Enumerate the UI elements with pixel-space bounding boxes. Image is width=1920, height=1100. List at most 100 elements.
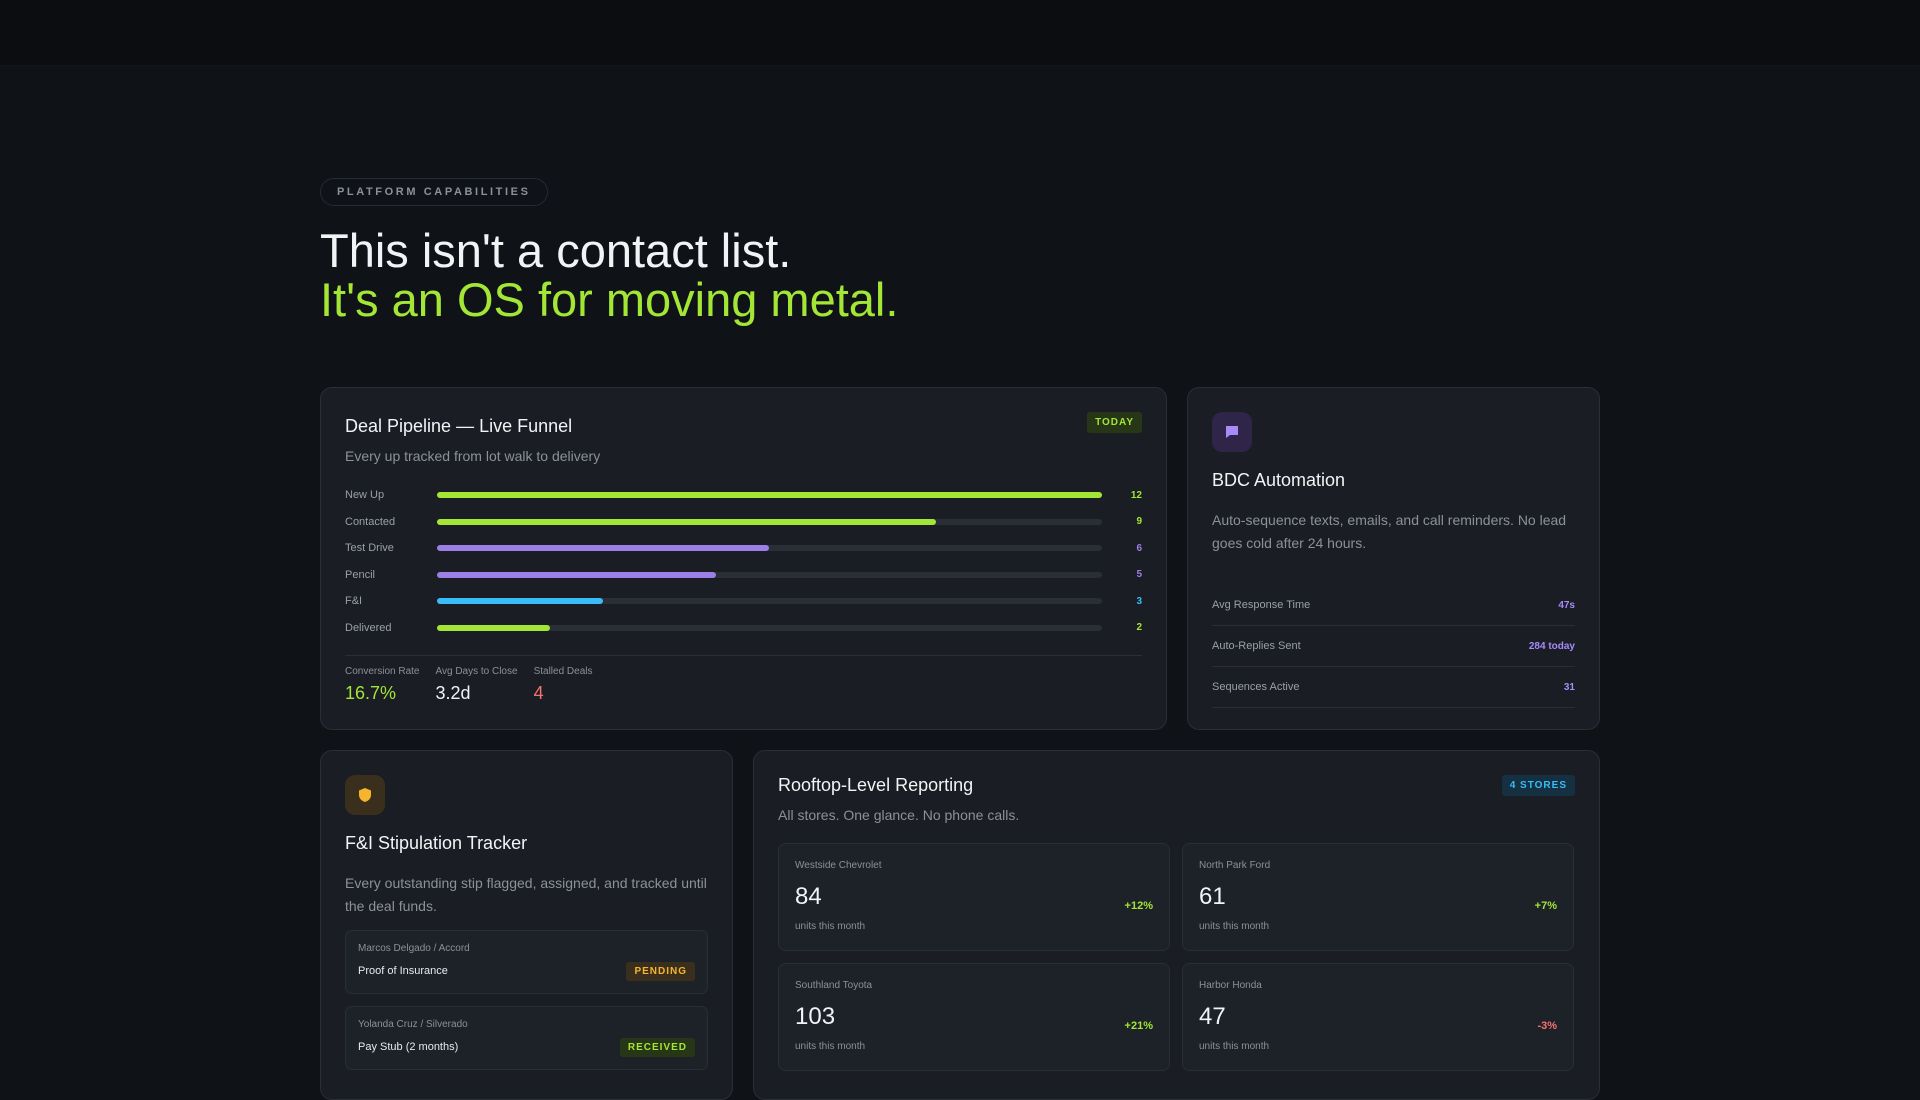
stage-bar-track bbox=[436, 624, 1103, 631]
stip-list: Marcos Delgado / Accord Proof of Insuranc… bbox=[345, 930, 708, 1070]
stage-count: 5 bbox=[1136, 569, 1142, 581]
card-description: Auto-sequence texts, emails, and call re… bbox=[1212, 512, 1567, 551]
funnel-row: Delivered 2 bbox=[345, 615, 1142, 642]
stage-bar-track bbox=[436, 545, 1103, 552]
store-units: 103 bbox=[795, 1003, 836, 1030]
store-delta: +21% bbox=[1124, 1020, 1153, 1032]
stat-item: Conversion Rate 16.7% bbox=[345, 666, 419, 704]
stage-count: 9 bbox=[1136, 516, 1142, 528]
fi-stip-tracker-card: F&I Stipulation Tracker Every outstandin… bbox=[320, 750, 733, 1100]
headline-line-1: This isn't a contact list. bbox=[320, 224, 792, 277]
metric-row: Auto-Replies Sent 284 today bbox=[1212, 626, 1575, 667]
card-title: Deal Pipeline — Live Funnel bbox=[345, 416, 573, 436]
stat-label: Stalled Deals bbox=[533, 666, 593, 677]
card-title: Rooftop-Level Reporting bbox=[778, 775, 974, 795]
stat-label: Conversion Rate bbox=[345, 666, 420, 677]
metric-value: 31 bbox=[1563, 681, 1575, 693]
chat-icon bbox=[1212, 412, 1252, 452]
store-units: 61 bbox=[1199, 883, 1226, 910]
store-delta: +12% bbox=[1124, 900, 1153, 912]
store-name: North Park Ford bbox=[1199, 860, 1271, 871]
bdc-automation-card: BDC Automation Auto-sequence texts, emai… bbox=[1187, 387, 1600, 730]
funnel-row: Pencil 5 bbox=[345, 562, 1142, 589]
rooftop-reporting-card: Rooftop-Level Reporting All stores. One … bbox=[753, 750, 1600, 1100]
stage-count: 2 bbox=[1136, 622, 1142, 634]
store-tile: Westside Chevrolet 84 units this month +12% bbox=[778, 843, 1170, 951]
metric-value: 284 today bbox=[1528, 640, 1575, 652]
stage-count: 12 bbox=[1130, 489, 1142, 501]
metric-label: Auto-Replies Sent bbox=[1212, 640, 1301, 652]
capabilities-section: PLATFORM CAPABILITIES This isn't a conta… bbox=[320, 178, 1600, 324]
stage-bar-track bbox=[436, 571, 1103, 578]
funnel-row: Contacted 9 bbox=[345, 509, 1142, 536]
funnel: New Up 12 Contacted 9 Test Drive 6 Pencil 5 F&I 3… bbox=[345, 482, 1142, 641]
shield-icon bbox=[345, 775, 385, 815]
store-tile: Southland Toyota 103 units this month +21% bbox=[778, 963, 1170, 1071]
metric-label: Sequences Active bbox=[1212, 681, 1300, 693]
card-subtitle: All stores. One glance. No phone calls. bbox=[778, 807, 1020, 823]
store-units-caption: units this month bbox=[1199, 921, 1270, 932]
store-tile: Harbor Honda 47 units this month -3% bbox=[1182, 963, 1574, 1071]
metric-row: Avg Response Time 47s bbox=[1212, 585, 1575, 626]
store-tile: North Park Ford 61 units this month +7% bbox=[1182, 843, 1574, 951]
stat-label: Avg Days to Close bbox=[435, 666, 518, 677]
stage-label: Test Drive bbox=[345, 542, 394, 555]
section-eyebrow: PLATFORM CAPABILITIES bbox=[320, 178, 548, 206]
stage-label: Pencil bbox=[345, 568, 375, 581]
stage-label: Delivered bbox=[345, 621, 392, 634]
store-units: 84 bbox=[795, 883, 822, 910]
store-units-caption: units this month bbox=[795, 1041, 866, 1052]
stat-value: 3.2d bbox=[435, 683, 471, 703]
stage-bar-fill bbox=[436, 492, 1103, 499]
funnel-row: Test Drive 6 bbox=[345, 535, 1142, 562]
stip-status-badge: PENDING bbox=[626, 962, 695, 981]
card-title: BDC Automation bbox=[1212, 470, 1346, 490]
stat-value: 4 bbox=[533, 683, 544, 703]
stip-customer: Marcos Delgado / Accord bbox=[358, 943, 470, 954]
stage-bar-track bbox=[436, 492, 1103, 499]
stage-label: F&I bbox=[345, 595, 363, 608]
stip-item: Marcos Delgado / Accord Proof of Insuranc… bbox=[345, 930, 708, 994]
funnel-row: F&I 3 bbox=[345, 588, 1142, 615]
store-units-caption: units this month bbox=[795, 921, 866, 932]
store-delta: +7% bbox=[1534, 900, 1557, 912]
store-units-caption: units this month bbox=[1199, 1041, 1270, 1052]
stage-bar-fill bbox=[436, 571, 717, 578]
stage-bar-track bbox=[436, 518, 1103, 525]
store-delta: -3% bbox=[1537, 1020, 1557, 1032]
store-units: 47 bbox=[1199, 1003, 1226, 1030]
funnel-row: New Up 12 bbox=[345, 482, 1142, 509]
stage-bar-fill bbox=[436, 518, 936, 525]
card-title: F&I Stipulation Tracker bbox=[345, 833, 528, 853]
metric-label: Avg Response Time bbox=[1212, 599, 1311, 611]
stage-bar-fill bbox=[436, 545, 770, 552]
top-nav-bar bbox=[0, 0, 1920, 66]
card-description: Every outstanding stip flagged, assigned… bbox=[345, 875, 707, 914]
stage-bar-track bbox=[436, 598, 1103, 605]
metric-value: 47s bbox=[1558, 599, 1575, 611]
stage-label: New Up bbox=[345, 489, 385, 502]
metric-row: Sequences Active 31 bbox=[1212, 667, 1575, 708]
headline-line-2: It's an OS for moving metal. bbox=[320, 273, 899, 326]
bdc-metrics: Avg Response Time 47s Auto-Replies Sent 284… bbox=[1212, 585, 1575, 708]
store-name: Harbor Honda bbox=[1199, 980, 1262, 991]
stage-bar-fill bbox=[436, 624, 550, 631]
store-name: Southland Toyota bbox=[795, 980, 873, 991]
section-headline: This isn't a contact list. It's an OS fo… bbox=[320, 226, 1600, 324]
stage-bar-fill bbox=[436, 598, 603, 605]
store-grid: Westside Chevrolet 84 units this month +12%… bbox=[778, 843, 1575, 1071]
store-name: Westside Chevrolet bbox=[795, 860, 882, 871]
stage-count: 6 bbox=[1136, 542, 1142, 554]
stip-customer: Yolanda Cruz / Silverado bbox=[358, 1019, 468, 1030]
stip-item: Yolanda Cruz / Silverado Pay Stub (2 mont… bbox=[345, 1006, 708, 1070]
deal-pipeline-card: Deal Pipeline — Live Funnel Every up tra… bbox=[320, 387, 1167, 730]
card-subtitle: Every up tracked from lot walk to delive… bbox=[345, 448, 601, 464]
stage-count: 3 bbox=[1136, 595, 1142, 607]
stip-status-badge: RECEIVED bbox=[619, 1038, 695, 1057]
stage-label: Contacted bbox=[345, 515, 396, 528]
pipeline-stats: Conversion Rate 16.7% Avg Days to Close 3.2… bbox=[345, 655, 1142, 704]
stat-item: Avg Days to Close 3.2d bbox=[435, 666, 517, 704]
stores-badge: 4 STORES bbox=[1501, 775, 1575, 796]
today-badge: TODAY bbox=[1087, 412, 1142, 433]
stat-item: Stalled Deals 4 bbox=[534, 666, 593, 704]
